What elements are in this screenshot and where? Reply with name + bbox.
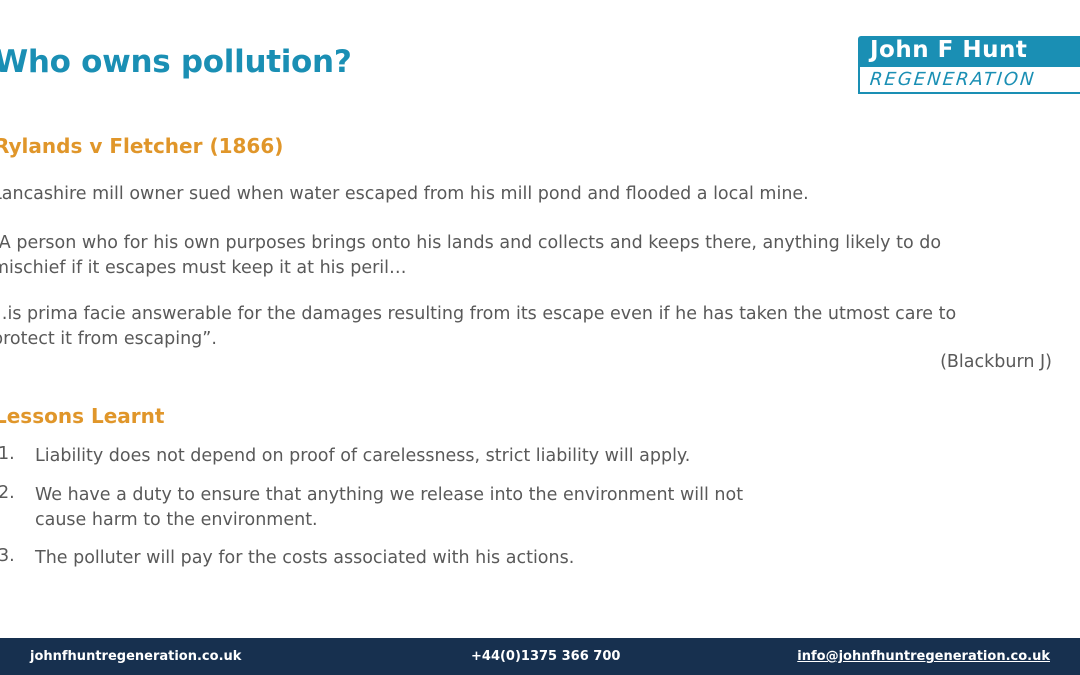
footer-email-link[interactable]: info@johnfhuntregeneration.co.uk: [797, 649, 1050, 664]
list-text-continued: cause harm to the environment.: [35, 510, 318, 530]
list-text: We have a duty to ensure that anything w…: [35, 485, 744, 505]
quote-line-1: “A person who for his own purposes bring…: [0, 233, 942, 253]
case-heading: Rylands v Fletcher (1866): [0, 134, 284, 158]
list-number: 1.: [0, 444, 15, 464]
logo-name: John F Hunt: [870, 37, 1028, 63]
quote-line-3: …is prima facie answerable for the damag…: [0, 304, 957, 324]
quote-line-2: mischief if it escapes must keep it at h…: [0, 258, 407, 278]
footer-bar: johnfhuntregeneration.co.uk +44(0)1375 3…: [0, 638, 1080, 675]
list-number: 2.: [0, 483, 15, 503]
lessons-heading: Lessons Learnt: [0, 404, 165, 428]
company-logo: John F Hunt REGENERATION: [858, 36, 1080, 94]
footer-phone: +44(0)1375 366 700: [471, 649, 621, 664]
footer-website[interactable]: johnfhuntregeneration.co.uk: [30, 649, 241, 664]
slide: Who owns pollution? John F Hunt REGENERA…: [0, 0, 1080, 675]
quote-line-4: protect it from escaping”.: [0, 329, 217, 349]
list-text: The polluter will pay for the costs asso…: [35, 548, 575, 568]
slide-title: Who owns pollution?: [0, 44, 352, 80]
logo-subtitle: REGENERATION: [868, 69, 1037, 90]
list-number: 3.: [0, 546, 15, 566]
case-summary: Lancashire mill owner sued when water es…: [0, 184, 809, 204]
list-text: Liability does not depend on proof of ca…: [35, 446, 691, 466]
quote-attribution: (Blackburn J): [940, 352, 1052, 372]
